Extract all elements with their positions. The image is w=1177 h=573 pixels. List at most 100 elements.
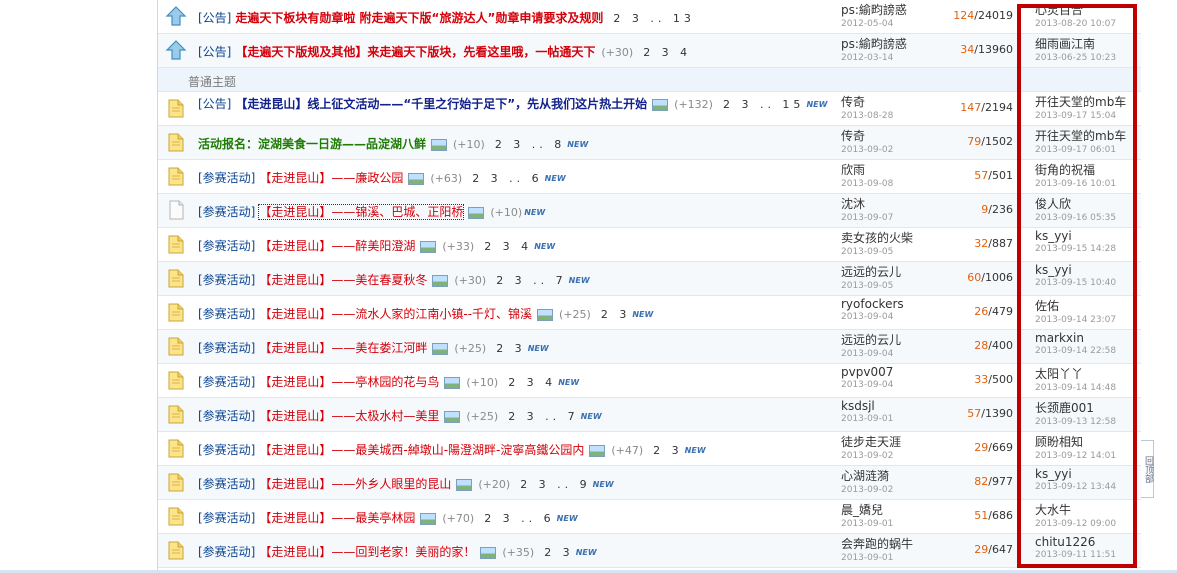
author-link[interactable]: 心湖涟漪	[841, 467, 951, 484]
last-poster-link[interactable]: ks_yyi	[1035, 467, 1145, 481]
last-post-date[interactable]: 2013-09-14 22:58	[1035, 346, 1145, 356]
last-poster-link[interactable]: 心灵百合	[1035, 1, 1145, 18]
page-links[interactable]: 2 3 .. 6	[484, 512, 554, 525]
folder-icon[interactable]	[165, 369, 187, 391]
page-links[interactable]: 2 3	[601, 308, 631, 321]
author-link[interactable]: ksdsjl	[841, 399, 951, 413]
page-links[interactable]: 2 3 .. 15	[723, 98, 804, 111]
author-link[interactable]: ps:緰畇謗惑	[841, 1, 951, 18]
table-row[interactable]: [参赛活动] 【走进昆山】——回到老家！美丽的家！ (+35) 2 3 NEW 会奔跑的蜗…	[158, 534, 1141, 568]
page-links[interactable]: 2 3 4	[484, 240, 532, 253]
thread-title-link[interactable]: 【走进昆山】——最美城西-綽墩山-陽澄湖畔-淀寧高鐵公园内	[259, 443, 584, 457]
last-poster-link[interactable]: ks_yyi	[1035, 229, 1145, 243]
author-link[interactable]: 远远的云儿	[841, 263, 951, 280]
author-link[interactable]: 会奔跑的蜗牛	[841, 535, 951, 552]
table-row[interactable]: [参赛活动] 【走进昆山】——醉美阳澄湖 (+33) 2 3 4 NEW 卖女孩的火柴 20…	[158, 228, 1141, 262]
last-poster-link[interactable]: 大水牛	[1035, 501, 1145, 518]
page-links[interactable]: 2 3 4	[643, 46, 691, 59]
last-poster-link[interactable]: 俊人欣	[1035, 195, 1145, 212]
last-post-date[interactable]: 2013-08-20 10:07	[1035, 19, 1145, 29]
author-link[interactable]: 卖女孩的火柴	[841, 229, 951, 246]
page-links[interactable]: 2 3 .. 9	[520, 478, 590, 491]
author-link[interactable]: 传奇	[841, 127, 951, 144]
sticky-arrow-icon[interactable]	[165, 5, 187, 27]
thread-title-link[interactable]: 【走进昆山】——美在娄江河畔	[259, 341, 427, 355]
page-links[interactable]: 2 3 .. 7	[508, 410, 578, 423]
folder-icon[interactable]	[165, 131, 187, 153]
last-poster-link[interactable]: 细雨画江南	[1035, 35, 1145, 52]
thread-type-link[interactable]: [参赛活动]	[198, 443, 255, 457]
page-links[interactable]: 2 3 .. 7	[496, 274, 566, 287]
table-row[interactable]: [参赛活动] 【走进昆山】——美在娄江河畔 (+25) 2 3 NEW 远远的云儿 2013…	[158, 330, 1141, 364]
thread-title-link[interactable]: 【走进昆山】——锦溪、巴城、正阳桥	[258, 204, 465, 220]
folder-icon[interactable]	[165, 539, 187, 561]
last-poster-link[interactable]: 长颈鹿001	[1035, 399, 1145, 416]
last-post-date[interactable]: 2013-06-25 10:23	[1035, 53, 1145, 63]
last-poster-link[interactable]: 街角的祝福	[1035, 161, 1145, 178]
last-post-date[interactable]: 2013-09-14 14:48	[1035, 383, 1145, 393]
page-links[interactable]: 2 3 4	[508, 376, 556, 389]
thread-type-link[interactable]: [参赛活动]	[198, 477, 255, 491]
author-link[interactable]: pvpv007	[841, 365, 951, 379]
table-row[interactable]: [参赛活动] 【走进昆山】——亭林园的花与鸟 (+10) 2 3 4 NEW pvpv00…	[158, 364, 1141, 398]
page-links[interactable]: 2 3 .. 8	[495, 138, 565, 151]
thread-type-link[interactable]: [参赛活动]	[198, 545, 255, 559]
thread-title-link[interactable]: 走遍天下板块有勋章啦 附走遍天下版“旅游达人”勋章申请要求及规则	[235, 11, 603, 25]
folder-icon[interactable]	[165, 437, 187, 459]
thread-type-link[interactable]: [参赛活动]	[198, 205, 255, 219]
thread-title-link[interactable]: 【走进昆山】线上征文活动——“千里之行始于足下”，先从我们这片热土开始	[235, 97, 647, 111]
last-poster-link[interactable]: 太阳丫丫	[1035, 365, 1145, 382]
thread-type-link[interactable]: [参赛活动]	[198, 171, 255, 185]
author-link[interactable]: 晨_嬌兒	[841, 501, 951, 518]
last-post-date[interactable]: 2013-09-15 14:28	[1035, 244, 1145, 254]
thread-title-link[interactable]: 【走进昆山】——亭林园的花与鸟	[259, 375, 439, 389]
thread-type-link[interactable]: [参赛活动]	[198, 307, 255, 321]
folder-icon[interactable]	[165, 471, 187, 493]
last-poster-link[interactable]: chitu1226	[1035, 535, 1145, 549]
author-link[interactable]: 欣雨	[841, 161, 951, 178]
table-row[interactable]: [参赛活动] 【走进昆山】——廉政公园 (+63) 2 3 .. 6 NEW 欣雨 2013…	[158, 160, 1141, 194]
thread-type-link[interactable]: [参赛活动]	[198, 341, 255, 355]
last-post-date[interactable]: 2013-09-13 12:58	[1035, 417, 1145, 427]
author-link[interactable]: ryofockers	[841, 297, 951, 311]
table-row[interactable]: [公告] 【走进昆山】线上征文活动——“千里之行始于足下”，先从我们这片热土开始 (…	[158, 92, 1141, 126]
table-row[interactable]: [参赛活动] 【走进昆山】——美在春夏秋冬 (+30) 2 3 .. 7 NEW 远远的云…	[158, 262, 1141, 296]
last-post-date[interactable]: 2013-09-17 06:01	[1035, 145, 1145, 155]
thread-title-link[interactable]: 【走进昆山】——太极水村—美里	[259, 409, 439, 423]
last-post-date[interactable]: 2013-09-12 14:01	[1035, 451, 1145, 461]
author-link[interactable]: 沈沐	[841, 195, 951, 212]
table-row[interactable]: [参赛活动] 【走进昆山】——最美城西-綽墩山-陽澄湖畔-淀寧高鐵公园内 (+47)…	[158, 432, 1141, 466]
last-post-date[interactable]: 2013-09-16 05:35	[1035, 213, 1145, 223]
back-to-top-tab[interactable]: 回顶部	[1141, 440, 1154, 498]
thread-type-link[interactable]: [参赛活动]	[198, 511, 255, 525]
table-row[interactable]: [参赛活动] 【走进昆山】——太极水村—美里 (+25) 2 3 .. 7 NEW ksd…	[158, 398, 1141, 432]
page-links[interactable]: 2 3	[496, 342, 526, 355]
page-links[interactable]: 2 3 .. 13	[613, 12, 694, 25]
folder-icon[interactable]	[165, 165, 187, 187]
table-row[interactable]: 活动报名：淀湖美食一日游——品淀湖八鲜 (+10) 2 3 .. 8 NEW 传奇 201…	[158, 126, 1141, 160]
last-post-date[interactable]: 2013-09-12 09:00	[1035, 519, 1145, 529]
thread-type-link[interactable]: [参赛活动]	[198, 239, 255, 253]
folder-icon[interactable]	[165, 403, 187, 425]
table-row[interactable]: [参赛活动] 【走进昆山】——外乡人眼里的昆山 (+20) 2 3 .. 9 NEW 心湖…	[158, 466, 1141, 500]
thread-type-link[interactable]: [公告]	[198, 45, 231, 59]
thread-type-link[interactable]: [参赛活动]	[198, 273, 255, 287]
thread-title-link[interactable]: 【走进昆山】——廉政公园	[259, 171, 403, 185]
author-link[interactable]: 远远的云儿	[841, 331, 951, 348]
thread-title-link[interactable]: 【走进昆山】——美在春夏秋冬	[259, 273, 427, 287]
table-row[interactable]: [参赛活动] 【走进昆山】——锦溪、巴城、正阳桥 (+10) NEW 沈沐 2013-09…	[158, 194, 1141, 228]
author-link[interactable]: 传奇	[841, 93, 951, 110]
page-links[interactable]: 2 3	[544, 546, 574, 559]
thread-type-link[interactable]: [公告]	[198, 11, 231, 25]
last-post-date[interactable]: 2013-09-12 13:44	[1035, 482, 1145, 492]
table-row[interactable]: [参赛活动] 【走进昆山】——最美亭林园 (+70) 2 3 .. 6 NEW 晨_嬌兒 2…	[158, 500, 1141, 534]
folder-icon[interactable]	[165, 267, 187, 289]
thread-type-link[interactable]: [参赛活动]	[198, 409, 255, 423]
last-poster-link[interactable]: markxin	[1035, 331, 1145, 345]
thread-title-link[interactable]: 【走进昆山】——回到老家！美丽的家！	[259, 545, 475, 559]
thread-type-link[interactable]: [公告]	[198, 97, 231, 111]
thread-title-link[interactable]: 活动报名：淀湖美食一日游——品淀湖八鲜	[198, 137, 426, 151]
thread-title-link[interactable]: 【走进昆山】——流水人家的江南小镇--千灯、锦溪	[259, 307, 532, 321]
last-post-date[interactable]: 2013-09-17 15:04	[1035, 111, 1145, 121]
folder-icon[interactable]	[165, 301, 187, 323]
